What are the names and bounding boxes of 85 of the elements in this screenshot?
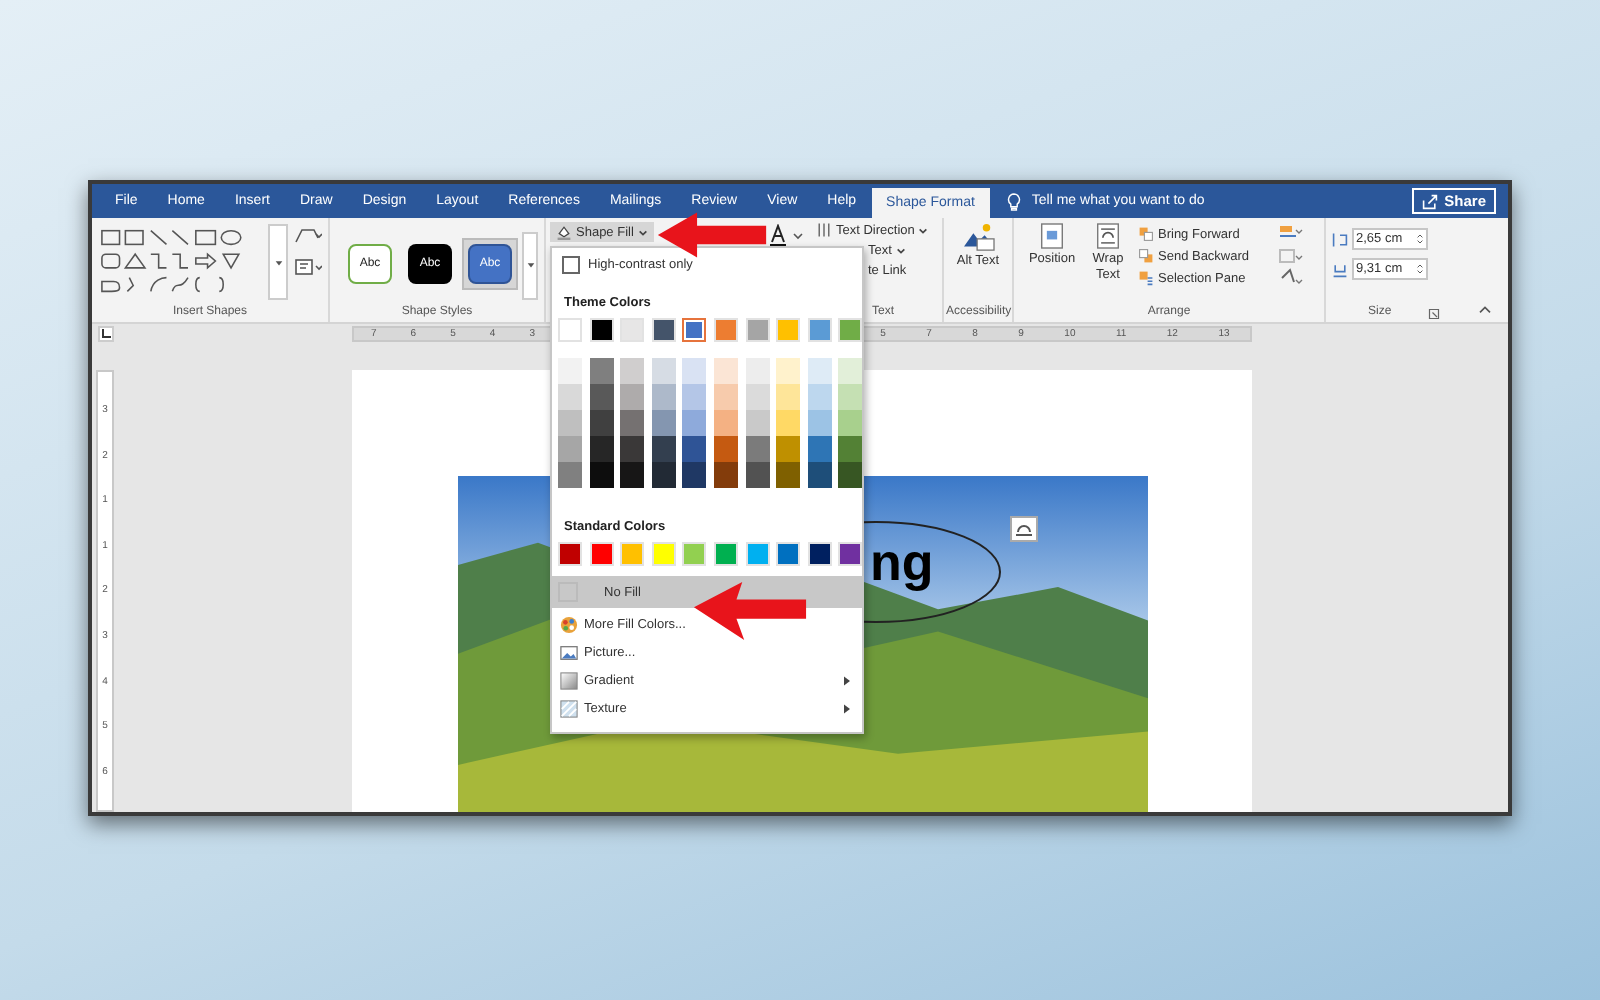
color-swatch[interactable] (651, 462, 676, 488)
collapse-ribbon-icon[interactable] (1478, 304, 1492, 314)
text-direction-icon (816, 222, 832, 238)
shape-height-icon (1332, 231, 1348, 247)
color-swatch[interactable] (589, 384, 614, 410)
edit-shape-icon[interactable] (294, 226, 322, 246)
color-swatch[interactable] (745, 462, 770, 488)
color-swatch[interactable] (682, 410, 707, 436)
color-swatch[interactable] (589, 410, 614, 436)
pointer-arrow (692, 580, 808, 642)
color-swatch[interactable] (838, 410, 863, 436)
color-swatch[interactable] (558, 384, 582, 410)
bring-forward-icon (1138, 226, 1154, 242)
tab-selector-icon[interactable] (98, 326, 114, 342)
shape-text: ng (870, 532, 934, 592)
color-swatch[interactable] (745, 436, 770, 462)
caret-icon (918, 225, 929, 235)
color-swatch[interactable] (651, 384, 676, 410)
caret-icon (895, 246, 906, 256)
color-swatch[interactable] (682, 358, 707, 384)
color-swatch[interactable] (807, 410, 832, 436)
color-swatch[interactable] (745, 358, 770, 384)
color-swatch[interactable] (776, 410, 801, 436)
gallery-scroll[interactable] (522, 231, 538, 299)
color-swatch[interactable] (620, 436, 645, 462)
color-swatch[interactable] (776, 358, 801, 384)
color-swatch[interactable] (558, 436, 582, 462)
texture-icon (559, 699, 577, 717)
share-icon (1422, 193, 1439, 209)
color-swatch[interactable] (651, 436, 676, 462)
layout-options-icon[interactable] (1010, 516, 1038, 542)
color-swatch[interactable] (838, 384, 863, 410)
color-swatch[interactable] (713, 384, 738, 410)
color-swatch[interactable] (838, 462, 863, 488)
lightbulb-icon (1005, 191, 1022, 211)
text-box-icon[interactable] (294, 258, 322, 278)
color-swatch[interactable] (713, 358, 738, 384)
color-swatch[interactable] (558, 410, 582, 436)
caret-icon (637, 227, 648, 237)
gradient-icon (559, 671, 577, 689)
color-swatch[interactable] (776, 384, 801, 410)
shape-width-icon (1332, 261, 1348, 277)
caret-icon (525, 260, 535, 270)
color-swatch[interactable] (620, 410, 645, 436)
color-swatch[interactable] (558, 358, 582, 384)
spinner-arrows-icon[interactable] (1416, 232, 1424, 246)
color-swatch[interactable] (838, 436, 863, 462)
submenu-arrow-icon (844, 675, 850, 685)
caret-icon (273, 257, 284, 267)
color-swatch[interactable] (651, 358, 676, 384)
color-swatch[interactable] (776, 462, 801, 488)
selection-pane-icon (1138, 270, 1154, 286)
color-swatch[interactable] (682, 384, 707, 410)
color-swatch[interactable] (651, 410, 676, 436)
submenu-arrow-icon (844, 703, 850, 713)
color-swatch[interactable] (589, 436, 614, 462)
color-swatch[interactable] (807, 436, 832, 462)
color-swatch[interactable] (776, 436, 801, 462)
color-swatch[interactable] (558, 462, 582, 488)
color-swatch[interactable] (838, 358, 863, 384)
color-swatch[interactable] (589, 358, 614, 384)
dialog-launcher-icon[interactable] (1428, 308, 1440, 320)
color-swatch[interactable] (682, 318, 707, 342)
color-swatch[interactable] (620, 384, 645, 410)
color-swatch[interactable] (807, 462, 832, 488)
color-swatch[interactable] (807, 384, 832, 410)
send-backward-icon (1138, 248, 1154, 264)
color-swatch[interactable] (682, 462, 707, 488)
color-swatch[interactable] (745, 410, 770, 436)
color-swatch[interactable] (620, 462, 645, 488)
paint-bucket-icon (556, 224, 572, 240)
pointer-arrow (656, 210, 768, 260)
color-swatch[interactable] (620, 358, 645, 384)
color-swatch[interactable] (713, 436, 738, 462)
text-fill-icon[interactable] (768, 224, 808, 248)
color-swatch[interactable] (589, 462, 614, 488)
color-swatch[interactable] (713, 410, 738, 436)
spinner-arrows-icon[interactable] (1416, 262, 1424, 276)
palette-icon (559, 615, 577, 633)
color-swatch[interactable] (807, 358, 832, 384)
picture-icon (559, 643, 577, 661)
color-swatch[interactable] (745, 384, 770, 410)
color-swatch[interactable] (713, 462, 738, 488)
color-swatch[interactable] (682, 436, 707, 462)
checkbox[interactable] (562, 256, 580, 274)
